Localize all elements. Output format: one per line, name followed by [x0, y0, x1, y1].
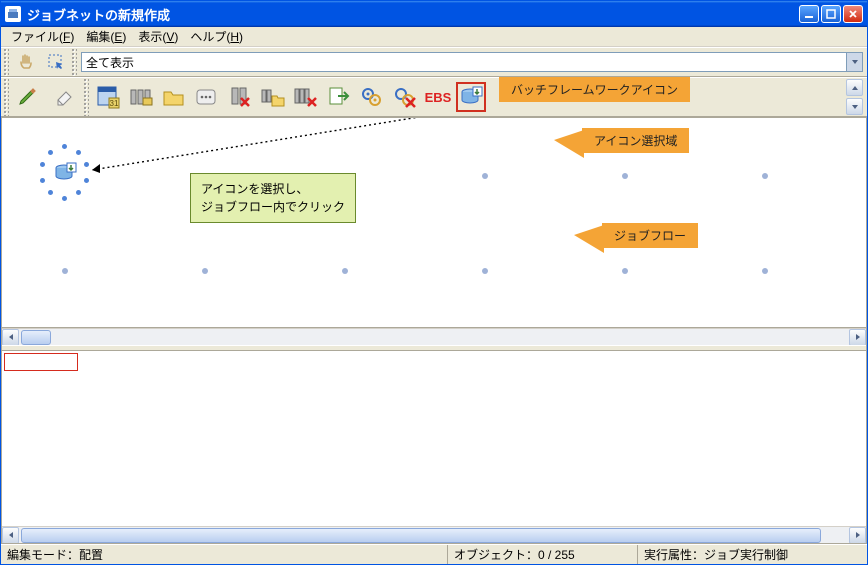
menu-file[interactable]: ファイル(F)	[7, 26, 78, 47]
export-icon[interactable]	[324, 82, 354, 112]
maximize-button[interactable]	[821, 5, 841, 23]
select-tool[interactable]	[42, 50, 70, 74]
scroll-right-button[interactable]	[849, 329, 866, 346]
svg-text:31: 31	[110, 99, 119, 108]
hint-tooltip: アイコンを選択し、 ジョブフロー内でクリック	[190, 173, 356, 223]
menubar: ファイル(F) 編集(E) 表示(V) ヘルプ(H)	[1, 27, 867, 47]
palette-scroll-down[interactable]	[846, 98, 863, 115]
svg-text:EBS: EBS	[425, 90, 452, 105]
close-button[interactable]	[843, 5, 863, 23]
server-folder-icon[interactable]	[258, 82, 288, 112]
ebs-icon[interactable]: EBS	[423, 82, 453, 112]
minimize-button[interactable]	[799, 5, 819, 23]
content-area: アイコンを選択し、 ジョブフロー内でクリック アイコン選択域 ジョブフロー	[1, 117, 867, 544]
window-title: ジョブネットの新規作成	[27, 5, 799, 24]
filter-select[interactable]: 全て表示	[81, 52, 863, 72]
callout-batch-framework: バッチフレームワークアイコン	[499, 77, 690, 102]
grip	[83, 78, 89, 116]
app-window: ジョブネットの新規作成 ファイル(F) 編集(E) 表示(V) ヘルプ(H) 全…	[0, 0, 868, 565]
statusbar: 編集モード：配置 オブジェクト：0 / 255 実行属性：ジョブ実行制御	[1, 544, 867, 564]
menu-edit[interactable]: 編集(E)	[82, 26, 130, 47]
selection-marker	[4, 353, 78, 371]
scroll-left-button[interactable]	[2, 527, 19, 544]
menu-view[interactable]: 表示(V)	[134, 26, 182, 47]
flow-h-scrollbar[interactable]	[2, 328, 866, 345]
server-cancel-icon[interactable]	[225, 82, 255, 112]
grip	[71, 48, 77, 76]
calendar-icon[interactable]: 31	[93, 82, 123, 112]
eraser-tool[interactable]	[48, 80, 82, 114]
dropdown-arrow-icon[interactable]	[846, 53, 862, 71]
status-mode: 編集モード：配置	[1, 545, 447, 564]
app-icon	[5, 6, 21, 22]
scroll-left-button[interactable]	[2, 329, 19, 346]
icon-palette-row: 31	[1, 77, 867, 117]
toolbar-top: 全て表示	[1, 47, 867, 77]
folder-icon[interactable]	[159, 82, 189, 112]
servers-cancel-icon[interactable]	[291, 82, 321, 112]
dialog-icon[interactable]	[192, 82, 222, 112]
status-attr: 実行属性：ジョブ実行制御	[637, 545, 867, 564]
icon-palette: 31	[91, 78, 865, 116]
scroll-right-button[interactable]	[849, 527, 866, 544]
status-object: オブジェクト：0 / 255	[447, 545, 637, 564]
gears-cancel-icon[interactable]	[390, 82, 420, 112]
palette-scroll-up[interactable]	[846, 79, 863, 96]
filter-value: 全て表示	[86, 54, 134, 71]
callout-icon-area: アイコン選択域	[582, 128, 689, 153]
job-flow-canvas[interactable]: アイコンを選択し、 ジョブフロー内でクリック アイコン選択域 ジョブフロー	[2, 118, 866, 328]
scroll-thumb[interactable]	[21, 528, 821, 543]
gears-icon[interactable]	[357, 82, 387, 112]
lower-panel[interactable]	[2, 351, 866, 526]
grip	[3, 48, 9, 76]
titlebar: ジョブネットの新規作成	[1, 1, 867, 27]
callout-job-flow: ジョブフロー	[602, 223, 698, 248]
menu-help[interactable]: ヘルプ(H)	[186, 26, 247, 47]
hand-tool[interactable]	[12, 50, 40, 74]
batch-framework-icon[interactable]	[456, 82, 486, 112]
scroll-thumb[interactable]	[21, 330, 51, 345]
grip	[3, 78, 9, 116]
pencil-tool[interactable]	[12, 80, 46, 114]
server-group-icon[interactable]	[126, 82, 156, 112]
lower-h-scrollbar[interactable]	[2, 526, 866, 543]
